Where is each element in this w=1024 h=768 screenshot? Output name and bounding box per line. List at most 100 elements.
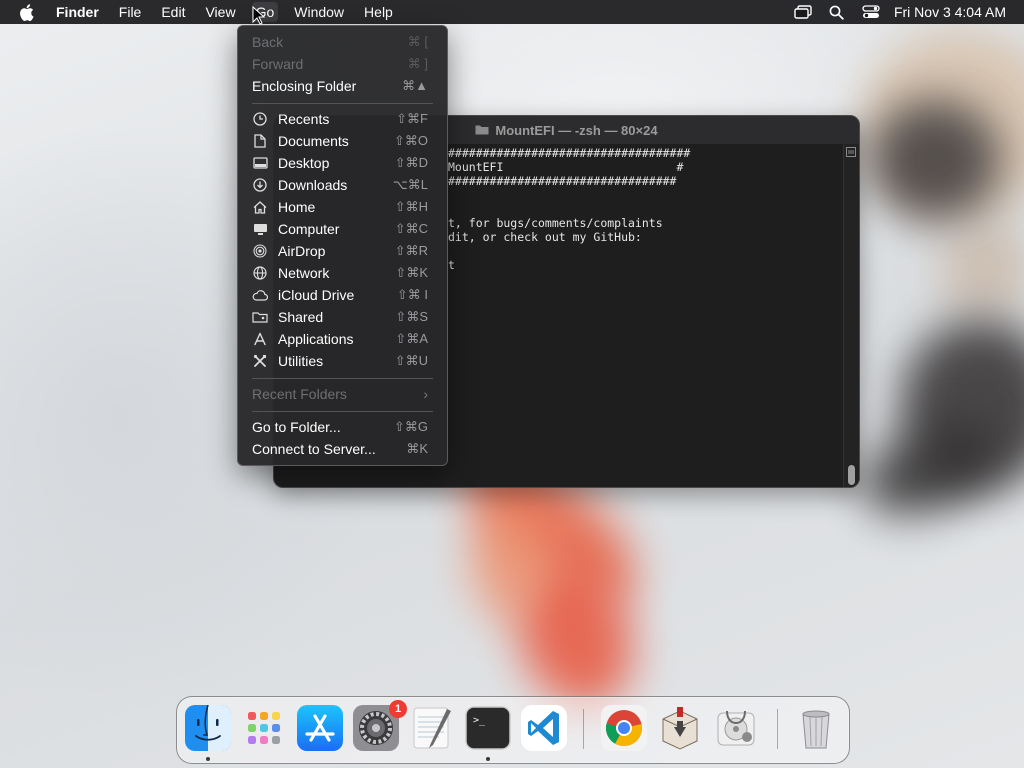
- disk-utility-icon: [717, 710, 755, 746]
- dock-finder[interactable]: [185, 704, 231, 751]
- menu-item-recents[interactable]: Recents ⇧⌘F: [243, 108, 442, 130]
- terminal-line: t, for bugs/comments/complaints: [448, 216, 663, 230]
- scrollbar-thumb[interactable]: [848, 465, 855, 485]
- dock-vscode[interactable]: [521, 705, 567, 751]
- wallpaper-shape: [470, 500, 550, 620]
- menu-item-shortcut: ⇧⌘G: [393, 419, 428, 434]
- dock-chrome[interactable]: [601, 705, 647, 751]
- dock-terminal[interactable]: >_: [465, 705, 511, 751]
- menu-app-finder[interactable]: Finder: [46, 0, 109, 24]
- terminal-line: ###################################: [448, 146, 691, 160]
- menu-item-label: Go to Folder...: [252, 419, 341, 435]
- menu-item-shortcut: ⇧⌘A: [395, 331, 428, 346]
- menu-item-label: Recent Folders: [252, 386, 347, 402]
- menu-item-shortcut: ⇧⌘K: [395, 265, 428, 280]
- menu-help[interactable]: Help: [354, 0, 403, 24]
- menu-item-shortcut: ⌘ [: [407, 34, 428, 49]
- svg-text:>_: >_: [473, 715, 486, 726]
- network-globe-icon: [252, 265, 268, 281]
- launchpad-grid-icon: [248, 712, 280, 744]
- split-pane-icon[interactable]: [846, 147, 856, 157]
- menu-file[interactable]: File: [109, 0, 152, 24]
- menu-item-utilities[interactable]: Utilities ⇧⌘U: [243, 350, 442, 372]
- menu-item-label: Documents: [278, 133, 349, 149]
- menubar-clock[interactable]: Fri Nov 3 4:04 AM: [888, 4, 1024, 20]
- menu-item-shortcut: ⇧⌘S: [395, 309, 428, 324]
- home-icon: [252, 199, 268, 215]
- menu-item-label: Applications: [278, 331, 354, 347]
- chevron-right-icon: ›: [423, 386, 428, 402]
- menu-item-applications[interactable]: Applications ⇧⌘A: [243, 328, 442, 350]
- terminal-icon: >_: [465, 706, 511, 750]
- menu-item-recent-folders[interactable]: Recent Folders ›: [243, 383, 442, 405]
- menu-item-shortcut: ⇧⌘U: [394, 353, 428, 368]
- menu-separator: [252, 103, 433, 104]
- go-menu-dropdown: Back ⌘ [ Forward ⌘ ] Enclosing Folder ⌘▲…: [237, 25, 448, 466]
- menu-item-shortcut: ⌘▲: [402, 78, 428, 93]
- spotlight-search-icon[interactable]: [820, 0, 854, 24]
- menu-bar: Finder File Edit View Go Window Help Fri…: [0, 0, 1024, 24]
- menu-item-label: Computer: [278, 221, 340, 237]
- menu-item-connect-to-server[interactable]: Connect to Server... ⌘K: [243, 438, 442, 460]
- apple-logo-icon[interactable]: [6, 0, 46, 24]
- airdrop-icon: [252, 243, 268, 259]
- dock-installer[interactable]: [657, 705, 703, 751]
- menu-item-computer[interactable]: Computer ⇧⌘C: [243, 218, 442, 240]
- dock-disk-utility[interactable]: [713, 705, 759, 751]
- menu-item-network[interactable]: Network ⇧⌘K: [243, 262, 442, 284]
- menu-item-shortcut: ⇧⌘O: [393, 133, 428, 148]
- utilities-tools-icon: [252, 353, 268, 369]
- menu-separator: [252, 411, 433, 412]
- menu-item-home[interactable]: Home ⇧⌘H: [243, 196, 442, 218]
- dock-launchpad[interactable]: [241, 705, 287, 751]
- running-indicator: [486, 757, 490, 761]
- menu-item-desktop[interactable]: Desktop ⇧⌘D: [243, 152, 442, 174]
- menu-item-icloud-drive[interactable]: iCloud Drive ⇧⌘ I: [243, 284, 442, 306]
- menu-item-label: AirDrop: [278, 243, 326, 259]
- menu-item-shortcut: ⇧⌘R: [394, 243, 428, 258]
- dock-system-settings[interactable]: 1: [353, 700, 407, 751]
- finder-icon: [185, 704, 231, 751]
- menu-item-downloads[interactable]: Downloads ⌥⌘L: [243, 174, 442, 196]
- computer-icon: [252, 221, 268, 237]
- menu-view[interactable]: View: [195, 0, 245, 24]
- app-store-icon: [297, 705, 343, 751]
- notification-badge: 1: [389, 700, 407, 718]
- control-center-icon[interactable]: [854, 0, 888, 24]
- trash-icon: [802, 710, 830, 749]
- dock-trash[interactable]: [793, 705, 839, 751]
- dock-textedit[interactable]: [409, 705, 455, 751]
- menu-separator: [252, 378, 433, 379]
- terminal-scrollbar[interactable]: [843, 144, 859, 487]
- menu-item-shared[interactable]: Shared ⇧⌘S: [243, 306, 442, 328]
- terminal-title: MountEFI — -zsh — 80×24: [495, 122, 658, 138]
- clock-icon: [252, 111, 268, 127]
- terminal-line: dit, or check out my GitHub:: [448, 230, 642, 244]
- dock: 1 >_: [176, 696, 850, 764]
- menu-item-forward[interactable]: Forward ⌘ ]: [243, 53, 442, 75]
- menu-item-label: Desktop: [278, 155, 330, 171]
- menu-item-documents[interactable]: Documents ⇧⌘O: [243, 130, 442, 152]
- menu-item-airdrop[interactable]: AirDrop ⇧⌘R: [243, 240, 442, 262]
- menu-item-go-to-folder[interactable]: Go to Folder... ⇧⌘G: [243, 416, 442, 438]
- installer-package-icon: [662, 707, 698, 750]
- menu-item-shortcut: ⌥⌘L: [392, 177, 428, 192]
- dock-divider: [583, 709, 584, 749]
- dock-app-store[interactable]: [297, 705, 343, 751]
- menu-item-enclosing-folder[interactable]: Enclosing Folder ⌘▲: [243, 75, 442, 97]
- menu-item-label: Home: [278, 199, 316, 215]
- cloud-icon: [252, 287, 268, 303]
- screen-mirroring-icon[interactable]: [786, 0, 820, 24]
- applications-icon: [252, 331, 268, 347]
- menu-item-shortcut: ⌘K: [406, 441, 428, 456]
- menu-window[interactable]: Window: [284, 0, 354, 24]
- menu-item-back[interactable]: Back ⌘ [: [243, 31, 442, 53]
- menu-item-shortcut: ⇧⌘C: [394, 221, 428, 236]
- menu-item-label: Forward: [252, 56, 304, 72]
- menu-item-label: Recents: [278, 111, 330, 127]
- textedit-icon: [413, 707, 451, 749]
- vscode-icon: [528, 711, 559, 745]
- menu-edit[interactable]: Edit: [151, 0, 195, 24]
- terminal-line: t: [448, 258, 455, 272]
- menu-item-label: Downloads: [278, 177, 348, 193]
